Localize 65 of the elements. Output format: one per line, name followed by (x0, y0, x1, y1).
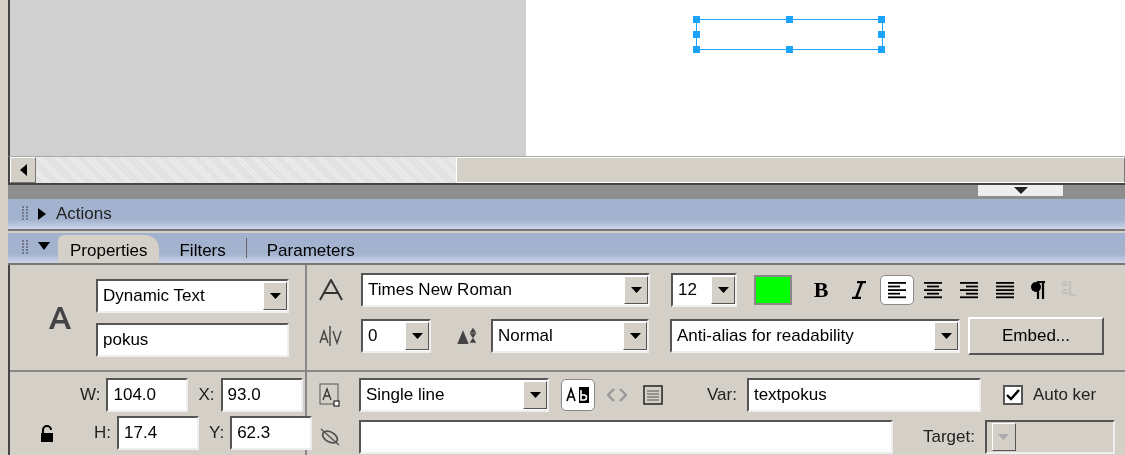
selectable-text-icon (566, 386, 590, 404)
actions-panel-header[interactable]: Actions (8, 199, 1125, 231)
character-position-icon (457, 326, 479, 346)
panel-title: Actions (56, 204, 112, 224)
y-field[interactable]: 62.3 (230, 416, 313, 450)
align-left-button[interactable] (880, 275, 914, 305)
panel-tab[interactable]: Properties (58, 235, 160, 263)
collapse-handle[interactable] (978, 185, 1063, 196)
grip-icon[interactable] (22, 206, 28, 222)
y-label: Y: (209, 423, 225, 443)
anti-alias-dropdown[interactable]: Anti-alias for readability (670, 319, 960, 353)
bold-button[interactable]: B (806, 275, 836, 305)
caret-icon (269, 292, 281, 299)
grip-icon[interactable] (22, 240, 28, 256)
var-label: Var: (707, 385, 737, 405)
font-dropdown[interactable]: Times New Roman (361, 273, 650, 307)
caret-icon (940, 333, 952, 339)
left-arrow-icon (19, 164, 27, 176)
down-arrow-icon (1013, 187, 1028, 194)
embed-button[interactable]: Embed... (968, 317, 1104, 355)
width-field[interactable]: 104.0 (106, 378, 189, 412)
text-field-selection[interactable] (696, 19, 883, 50)
actions-toggle-icon[interactable] (36, 208, 48, 220)
lock-icon[interactable] (40, 424, 54, 442)
auto-kern-checkbox[interactable] (1002, 385, 1023, 405)
x-label: X: (198, 385, 215, 405)
panel-tab[interactable]: Parameters (254, 236, 367, 263)
height-field[interactable]: 17.4 (117, 416, 199, 450)
scrollbar-thumb[interactable] (456, 157, 1125, 183)
align-left-icon (886, 280, 908, 300)
align-justify-icon (994, 280, 1016, 300)
border-icon[interactable] (643, 385, 663, 405)
text-type-dropdown[interactable]: Dynamic Text (96, 278, 289, 313)
properties-toggle-icon[interactable] (38, 240, 50, 252)
align-center-icon (922, 280, 944, 300)
caret-icon (998, 434, 1010, 440)
font-icon (319, 279, 343, 301)
align-right-icon (958, 280, 980, 300)
caret-icon (629, 333, 641, 339)
letter-spacing-field[interactable]: 0 (361, 319, 431, 353)
text-color-swatch[interactable] (754, 275, 792, 305)
panel-tab[interactable]: Filters (167, 236, 238, 263)
url-field[interactable] (359, 420, 893, 454)
caret-icon (529, 392, 541, 398)
caret-icon (717, 287, 729, 293)
width-label: W: (80, 385, 101, 405)
text-tool-icon (48, 306, 72, 329)
italic-icon (851, 281, 867, 299)
auto-kern-label: Auto ker (1032, 385, 1097, 405)
var-field[interactable]: textpokus (746, 378, 981, 412)
scroll-left-button[interactable] (10, 157, 36, 183)
line-type-dropdown[interactable]: Single line (359, 378, 549, 412)
caret-icon (630, 287, 642, 293)
paragraph-icon[interactable] (1030, 280, 1046, 300)
line-type-icon (319, 383, 341, 407)
letter-spacing-icon (319, 324, 343, 348)
selectable-button[interactable] (561, 379, 595, 411)
height-label: H: (94, 423, 111, 443)
link-icon (319, 427, 341, 447)
caret-icon (411, 333, 423, 339)
instance-name-field[interactable]: pokus (96, 322, 289, 357)
x-field[interactable]: 93.0 (220, 378, 303, 412)
target-label: Target: (923, 427, 975, 447)
font-size-field[interactable]: 12 (671, 273, 737, 307)
character-position-dropdown[interactable]: Normal (491, 319, 649, 353)
